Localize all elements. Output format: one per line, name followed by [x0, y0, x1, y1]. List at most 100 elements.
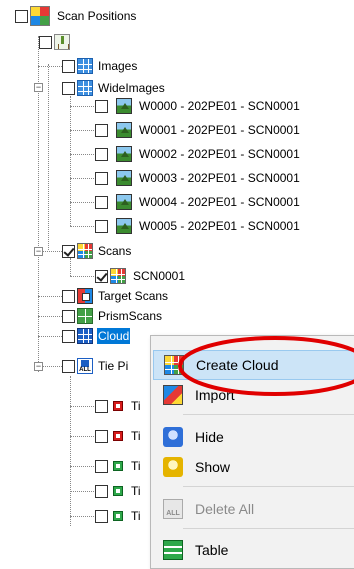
tree-node-scans[interactable]: Scans [62, 241, 132, 261]
create-cloud-icon [164, 355, 184, 375]
tree-label: Tie Pi [98, 359, 129, 373]
menu-item-show[interactable]: Show [153, 452, 354, 482]
tree-label: Ti [131, 484, 141, 498]
menu-item-import[interactable]: Import [153, 380, 354, 410]
images-grid-icon [77, 58, 93, 74]
scan-icon [110, 268, 126, 284]
show-icon [163, 457, 183, 477]
checkbox-checked[interactable] [62, 244, 75, 258]
menu-item-create-cloud[interactable]: Create Cloud [153, 350, 354, 380]
checkbox[interactable] [62, 59, 75, 73]
green-point-icon [113, 486, 123, 496]
checkbox[interactable] [62, 81, 75, 95]
checkbox[interactable] [62, 289, 75, 303]
cloud-icon [77, 328, 93, 344]
tree-item-tie-point[interactable]: Ti [95, 456, 142, 476]
checkbox-checked[interactable] [95, 269, 108, 283]
wideimages-grid-icon [77, 80, 93, 96]
image-icon [116, 170, 132, 186]
menu-item-label: Import [195, 387, 235, 403]
tree-item-wideimage[interactable]: W0002 - 202PE01 - SCN0001 [95, 144, 301, 164]
checkbox[interactable] [95, 509, 108, 523]
tree-label: Scan Positions [57, 9, 137, 23]
tree-node-prism-scans[interactable]: PrismScans [62, 306, 163, 326]
tie-points-all-icon [77, 358, 93, 374]
checkbox[interactable] [95, 459, 108, 473]
tree-node-wideimages[interactable]: WideImages [62, 78, 166, 98]
tree-node-target-scans[interactable]: Target Scans [62, 286, 169, 306]
checkbox[interactable] [95, 219, 108, 233]
tripod-icon [54, 34, 70, 50]
menu-item-label: Table [195, 542, 229, 558]
tree-item-wideimage[interactable]: W0003 - 202PE01 - SCN0001 [95, 168, 301, 188]
checkbox[interactable] [95, 147, 108, 161]
tree-label: W0003 - 202PE01 - SCN0001 [139, 171, 300, 185]
delete-all-icon [163, 499, 183, 519]
checkbox[interactable] [39, 35, 52, 49]
checkbox[interactable] [95, 171, 108, 185]
menu-item-label: Show [195, 459, 231, 475]
tree-item-wideimage[interactable]: W0004 - 202PE01 - SCN0001 [95, 192, 301, 212]
tree-item-wideimage[interactable]: W0005 - 202PE01 - SCN0001 [95, 216, 301, 236]
tree-label: Ti [131, 429, 141, 443]
menu-item-delete-all[interactable]: Delete All [153, 494, 354, 524]
checkbox[interactable] [95, 99, 108, 113]
tree-item-scan[interactable]: SCN0001 [95, 266, 186, 286]
green-point-icon [113, 511, 123, 521]
green-point-icon [113, 461, 123, 471]
checkbox[interactable] [15, 9, 28, 23]
collapse-toggle-tiepoints[interactable]: − [34, 362, 43, 371]
tree-label: Target Scans [98, 289, 169, 303]
tree-label: W0001 - 202PE01 - SCN0001 [139, 123, 300, 137]
checkbox[interactable] [95, 484, 108, 498]
menu-separator [183, 486, 354, 487]
tree-item-tie-point[interactable]: Ti [95, 396, 142, 416]
tree-item-wideimage[interactable]: W0000 - 202PE01 - SCN0001 [95, 96, 301, 116]
menu-item-label: Delete All [195, 501, 255, 517]
tree-label: WideImages [98, 81, 165, 95]
red-point-icon [113, 431, 123, 441]
checkbox[interactable] [62, 359, 75, 373]
tree-node-images[interactable]: Images [62, 56, 138, 76]
image-icon [116, 146, 132, 162]
checkbox[interactable] [95, 399, 108, 413]
image-icon [116, 194, 132, 210]
collapse-toggle-scans[interactable]: − [34, 247, 43, 256]
hide-icon [163, 427, 183, 447]
tree-node-tie-points[interactable]: Tie Pi [62, 356, 129, 376]
tree-node-cloud[interactable]: Cloud [62, 326, 131, 346]
tree-item-wideimage[interactable]: W0001 - 202PE01 - SCN0001 [95, 120, 301, 140]
context-menu: Create Cloud Import Hide Show Delete All… [150, 335, 354, 569]
menu-item-hide[interactable]: Hide [153, 422, 354, 452]
tree-label: Ti [131, 459, 141, 473]
scans-icon [77, 243, 93, 259]
tree-item-tie-point[interactable]: Ti [95, 506, 142, 526]
checkbox[interactable] [95, 429, 108, 443]
tree-label: PrismScans [98, 309, 163, 323]
tree-item-tie-point[interactable]: Ti [95, 426, 142, 446]
checkbox[interactable] [62, 309, 75, 323]
menu-separator [183, 414, 354, 415]
prism-scans-icon [77, 308, 93, 324]
collapse-toggle-wideimages[interactable]: − [34, 83, 43, 92]
checkbox[interactable] [62, 329, 75, 343]
scan-positions-icon [30, 6, 50, 26]
tree-label: W0005 - 202PE01 - SCN0001 [139, 219, 300, 233]
tree-root-scan-positions[interactable]: Scan Positions [15, 6, 137, 26]
image-icon [116, 122, 132, 138]
table-icon [163, 540, 183, 560]
tree-label-selected: Cloud [97, 328, 131, 344]
tree-item-tie-point[interactable]: Ti [95, 481, 142, 501]
red-point-icon [113, 401, 123, 411]
target-scans-icon [77, 288, 93, 304]
image-icon [116, 218, 132, 234]
menu-separator [183, 528, 354, 529]
tree-label: Images [98, 59, 138, 73]
menu-item-label: Hide [195, 429, 224, 445]
menu-item-label: Create Cloud [196, 357, 279, 373]
checkbox[interactable] [95, 195, 108, 209]
tree-label: Scans [98, 244, 132, 258]
tree-node-scan-position[interactable] [39, 32, 74, 52]
checkbox[interactable] [95, 123, 108, 137]
menu-item-table[interactable]: Table [153, 535, 354, 565]
